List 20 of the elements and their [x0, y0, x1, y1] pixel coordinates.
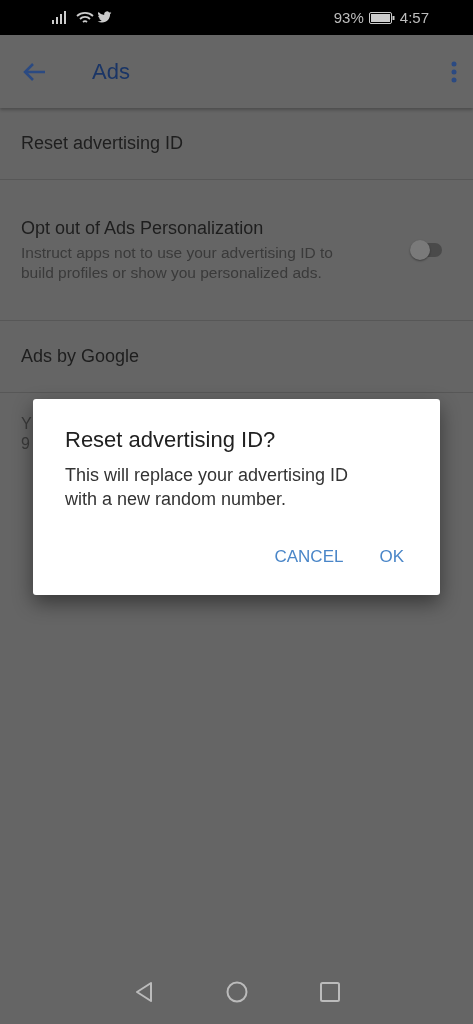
bird-icon [97, 11, 112, 24]
clock-time: 4:57 [399, 9, 429, 26]
dialog-title: Reset advertising ID? [65, 427, 277, 453]
back-icon[interactable] [133, 981, 154, 1003]
dialog-button[interactable]: CANCEL [268, 543, 350, 571]
settings-row[interactable]: Reset advertising ID [0, 108, 473, 180]
dialog-button[interactable]: OK [373, 543, 410, 571]
back-arrow-icon[interactable] [22, 61, 46, 82]
recents-icon[interactable] [319, 982, 340, 1002]
page-title: Ads [92, 58, 131, 85]
setting-title: Ads by Google [21, 346, 140, 367]
setting-title: Reset advertising ID [21, 133, 184, 154]
more-options-icon[interactable] [451, 60, 457, 83]
settings-row[interactable]: Ads by Google [0, 321, 473, 393]
setting-title: Opt out of Ads Personalization [21, 217, 265, 239]
battery-percent: 93% [333, 9, 364, 26]
dialog-message: This will replace your advertising ID with a new random number. [65, 464, 350, 511]
wifi-icon [76, 10, 94, 25]
home-icon[interactable] [225, 981, 248, 1003]
battery-icon [368, 11, 395, 24]
